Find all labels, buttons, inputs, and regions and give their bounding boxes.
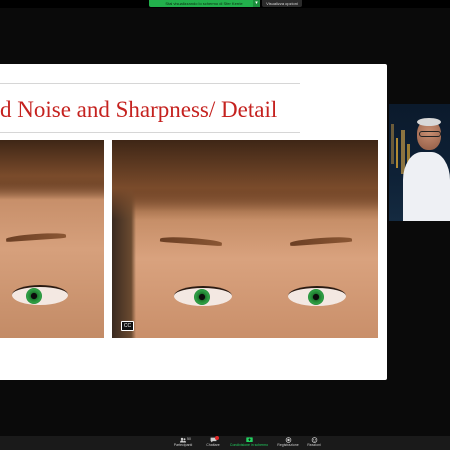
iris: [26, 288, 42, 304]
slide-top-rule: [0, 83, 300, 84]
person-hair: [417, 118, 441, 126]
participants-count: 50: [187, 437, 191, 441]
right-comparison-photo: [112, 140, 378, 338]
iris: [308, 289, 324, 305]
eyebrow: [289, 235, 353, 247]
slide-bottom-rule: [0, 132, 300, 133]
participants-button[interactable]: 50 Partecipanti: [168, 436, 198, 450]
shared-slide: d Noise and Sharpness/ Detail CC: [0, 64, 387, 380]
eyebrow: [159, 235, 223, 247]
chat-label: Chattare: [206, 443, 220, 447]
city-light: [391, 124, 394, 164]
city-light: [396, 138, 398, 168]
share-screen-label: Condivisione in schermo: [229, 443, 269, 447]
eye: [288, 286, 346, 306]
screen-share-banner[interactable]: Stai visualizzando lo schermo di Sfer Ke…: [149, 0, 259, 7]
participant-video-tile[interactable]: [389, 104, 450, 221]
share-screen-button[interactable]: Condivisione in schermo: [226, 436, 272, 450]
iris: [194, 289, 210, 305]
chat-button[interactable]: Chattare: [200, 436, 226, 450]
eyebrow: [5, 231, 67, 243]
eye: [174, 286, 232, 306]
reactions-button[interactable]: Reazioni: [302, 436, 326, 450]
person-shirt: [403, 152, 450, 221]
left-comparison-photo: [0, 140, 104, 338]
hair: [0, 140, 104, 200]
view-options-button[interactable]: Visualizza opzioni: [262, 0, 302, 7]
closed-caption-icon: CC: [121, 321, 134, 331]
chevron-down-icon[interactable]: ▾: [253, 0, 260, 7]
participants-label: Partecipanti: [173, 443, 193, 447]
notification-badge: [215, 436, 219, 440]
hair: [112, 140, 378, 220]
record-label: Registrazione: [277, 443, 299, 447]
person-glasses: [419, 131, 441, 137]
meeting-toolbar: 50 Partecipanti Chattare Condivisione in…: [0, 436, 450, 450]
record-button[interactable]: Registrazione: [274, 436, 302, 450]
eye: [12, 285, 68, 305]
reactions-label: Reazioni: [307, 443, 321, 447]
slide-title: d Noise and Sharpness/ Detail: [0, 97, 278, 122]
